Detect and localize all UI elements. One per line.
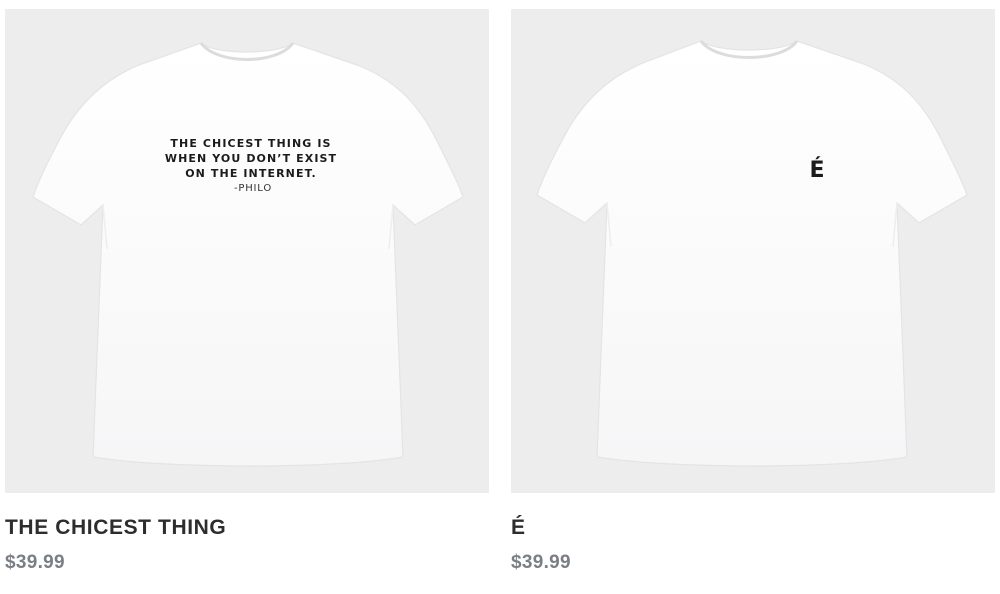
- print-line-1: THE CHICEST THING IS: [170, 137, 331, 150]
- tshirt-body: [536, 40, 968, 467]
- product-image[interactable]: THE CHICEST THING IS WHEN YOU DON’T EXIS…: [5, 9, 489, 493]
- tshirt-image: É: [536, 40, 968, 467]
- product-name[interactable]: THE CHICEST THING: [5, 515, 489, 541]
- product-price: $39.99: [5, 552, 65, 573]
- print-line-3: ON THE INTERNET.: [185, 167, 317, 180]
- product-card-the-chicest-thing[interactable]: THE CHICEST THING IS WHEN YOU DON’T EXIS…: [5, 9, 489, 575]
- product-grid: THE CHICEST THING IS WHEN YOU DON’T EXIS…: [0, 0, 1000, 594]
- print-line-2: WHEN YOU DON’T EXIST: [165, 152, 337, 165]
- tshirt-image: THE CHICEST THING IS WHEN YOU DON’T EXIS…: [32, 42, 464, 467]
- product-price: $39.99: [511, 552, 571, 573]
- tshirt-body: [32, 42, 464, 467]
- product-name[interactable]: É: [511, 515, 995, 541]
- print-attribution: -PHILO: [234, 183, 272, 194]
- product-card-e[interactable]: É É $39.99: [511, 9, 995, 575]
- print-logo: É: [809, 157, 824, 183]
- product-image[interactable]: É: [511, 9, 995, 493]
